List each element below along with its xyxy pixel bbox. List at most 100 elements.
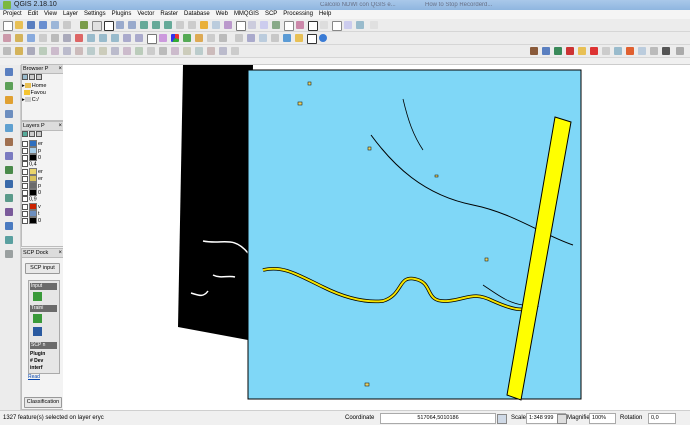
toggle-extents-icon[interactable] (497, 414, 507, 424)
menu-view[interactable]: View (41, 10, 60, 19)
scp-help-icon[interactable] (676, 47, 684, 55)
scp-redo-icon[interactable] (566, 47, 574, 55)
snap-icon[interactable] (219, 47, 227, 55)
layer-item[interactable]: 0 (22, 154, 63, 161)
label-move-icon[interactable] (195, 34, 203, 42)
layer-checkbox[interactable] (22, 147, 28, 154)
offset-curve-icon[interactable] (111, 47, 119, 55)
scp-preview-icon[interactable] (554, 47, 562, 55)
open-project-icon[interactable] (15, 21, 23, 29)
paste-features-icon[interactable] (111, 34, 119, 42)
save-edits-icon[interactable] (27, 34, 35, 42)
close-icon[interactable]: × (58, 122, 62, 130)
layer-item[interactable]: er (22, 140, 63, 147)
classification-button[interactable]: Classification (24, 397, 62, 408)
undo-icon[interactable] (123, 34, 131, 42)
refresh-icon[interactable] (22, 74, 28, 80)
layer-item[interactable]: er (22, 168, 63, 175)
new-spatialite-icon[interactable] (5, 236, 13, 244)
zoom-next-icon[interactable] (188, 21, 196, 29)
label-show-icon[interactable] (183, 34, 191, 42)
rotate-feature-icon[interactable] (183, 47, 191, 55)
scp-input-button[interactable]: SCP input (25, 263, 60, 274)
pencil-icon[interactable] (15, 47, 23, 55)
delete-ring-icon[interactable] (75, 47, 83, 55)
map-tips-icon[interactable] (320, 21, 328, 29)
menu-plugins[interactable]: Plugins (109, 10, 135, 19)
menu-vector[interactable]: Vector (134, 10, 157, 19)
scp-band-set-icon[interactable] (530, 47, 538, 55)
layer-item[interactable]: 0,4 (22, 161, 63, 168)
menu-project[interactable]: Project (0, 10, 25, 19)
zoom-last-icon[interactable] (176, 21, 184, 29)
menu-layer[interactable]: Layer (60, 10, 81, 19)
lock-scale-icon[interactable] (557, 414, 567, 424)
zoom-in-icon[interactable] (116, 21, 124, 29)
merge-features-icon[interactable] (147, 47, 155, 55)
toggle-editing-icon[interactable] (15, 34, 23, 42)
add-wcs-icon[interactable] (5, 180, 13, 188)
sum-icon[interactable] (308, 21, 318, 31)
layer-checkbox[interactable] (22, 161, 28, 167)
scp-run-icon[interactable] (590, 47, 598, 55)
layer-item[interactable]: 0 (22, 217, 63, 224)
current-edits-icon[interactable] (3, 34, 11, 42)
svg-annotation-icon[interactable] (370, 21, 378, 29)
menu-settings[interactable]: Settings (81, 10, 109, 19)
html-annotation-icon[interactable] (356, 21, 364, 29)
layer-item[interactable]: t (22, 210, 63, 217)
layer-checkbox[interactable] (22, 154, 28, 161)
layer-checkbox[interactable] (22, 217, 28, 224)
tab-input[interactable]: Input (30, 283, 57, 290)
merge-attributes-icon[interactable] (159, 47, 167, 55)
scp-spectral-icon[interactable] (638, 47, 646, 55)
web-icon[interactable] (319, 34, 327, 42)
rotation-field[interactable]: 0,0 (648, 413, 676, 424)
add-wms-icon[interactable] (5, 166, 13, 174)
split-features-icon[interactable] (123, 47, 131, 55)
copy-features-icon[interactable] (99, 34, 107, 42)
measure-icon[interactable] (296, 21, 304, 29)
add-group-icon[interactable] (29, 131, 35, 137)
show-bookmarks-icon[interactable] (212, 21, 220, 29)
digitize-icon[interactable] (3, 47, 11, 55)
add-mssql-icon[interactable] (5, 138, 13, 146)
identify-icon[interactable] (236, 21, 246, 31)
close-icon[interactable]: × (58, 65, 62, 73)
tab-training[interactable]: Traini (30, 305, 57, 312)
add-raster-icon[interactable] (5, 82, 13, 90)
tab-scp-news[interactable]: SCP n (30, 342, 57, 349)
select-icon[interactable] (104, 21, 114, 31)
read-link[interactable]: Read (28, 374, 40, 380)
add-part-icon[interactable] (51, 47, 59, 55)
save-as-icon[interactable] (39, 21, 47, 29)
form-annotation-icon[interactable] (344, 21, 352, 29)
menu-database[interactable]: Database (181, 10, 213, 19)
browser-item-c[interactable]: ▸ C:/ (22, 97, 63, 104)
statistics-icon[interactable] (284, 21, 294, 31)
advanced-digitize-icon[interactable] (231, 47, 239, 55)
browser-item-favourites[interactable]: Favou (22, 90, 63, 97)
pan-icon[interactable] (80, 21, 88, 29)
label-pin-icon[interactable] (159, 34, 167, 42)
menu-mmqgis[interactable]: MMQGIS (231, 10, 262, 19)
zoom-out-icon[interactable] (128, 21, 136, 29)
layer-item[interactable]: p (22, 147, 63, 154)
add-vector-icon[interactable] (5, 68, 13, 76)
layer-item[interactable]: v (22, 203, 63, 210)
layer-checkbox[interactable] (22, 203, 28, 210)
scp-settings-icon[interactable] (602, 47, 610, 55)
browser-item-home[interactable]: ▸ Home (22, 83, 63, 90)
add-ring-icon[interactable] (39, 47, 47, 55)
filter-legend-icon[interactable] (36, 131, 42, 137)
layer-checkbox[interactable] (22, 210, 28, 217)
scp-tools-icon[interactable] (650, 47, 658, 55)
label-icon[interactable] (147, 34, 157, 44)
move-feature-icon[interactable] (51, 34, 59, 42)
deselect-icon[interactable] (248, 21, 256, 29)
layer-checkbox[interactable] (22, 175, 28, 182)
rotate-symbols-icon[interactable] (171, 47, 179, 55)
georeferencer-icon[interactable] (271, 34, 279, 42)
menu-help[interactable]: Help (316, 10, 334, 19)
coordinate-field[interactable]: 517064,5010186 (380, 413, 496, 424)
